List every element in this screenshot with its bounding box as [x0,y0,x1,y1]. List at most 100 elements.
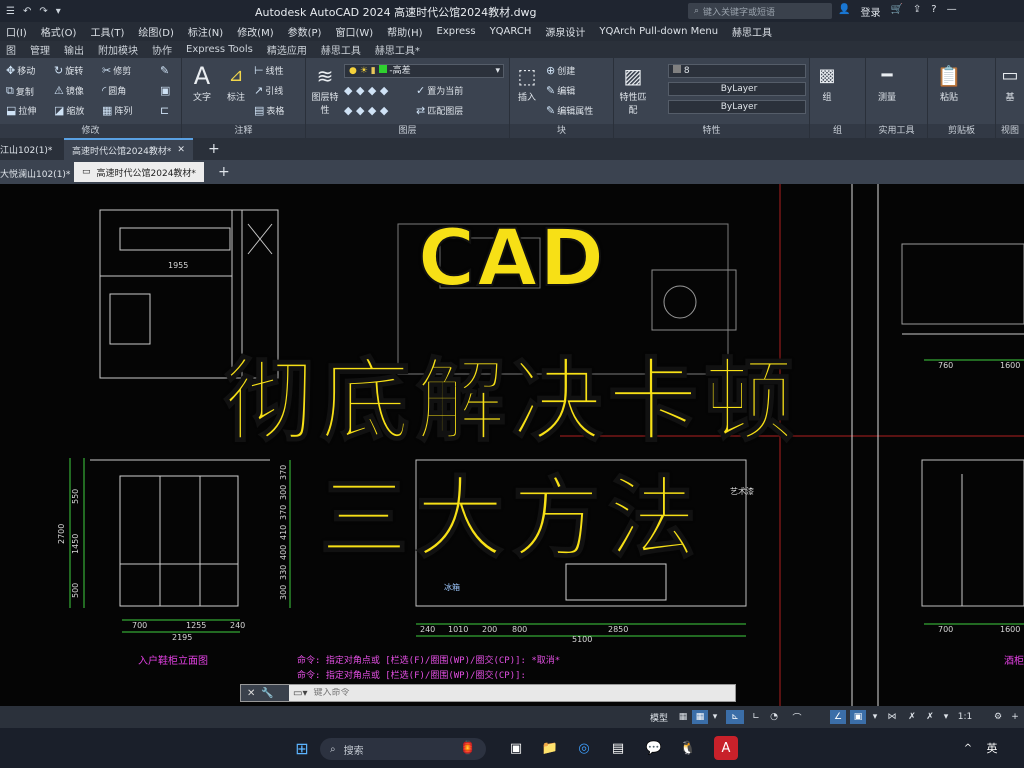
menu-item[interactable]: 窗口(W) [335,24,373,39]
menu-item[interactable]: 修改(M) [237,24,273,39]
menu-item[interactable]: Express [437,26,476,37]
file-tab[interactable]: 江山102(1)* [0,143,52,156]
tray-chevron-icon[interactable]: ^ [956,736,980,760]
panel-title[interactable]: 视图 [996,124,1024,138]
plus-icon[interactable]: + [1008,710,1022,724]
infer-constraints-icon[interactable]: ⊾ [726,710,744,724]
redo-icon[interactable]: ↷ [39,6,47,17]
panel-title[interactable]: 剪贴板 [928,124,995,138]
set-current-button[interactable]: ✓ 置为当前 [416,84,463,97]
task-view-icon[interactable]: ▣ [504,736,528,760]
array-button[interactable]: ▦ 阵列 [102,104,132,117]
model-space-button[interactable]: 模型 [644,710,674,724]
move-button[interactable]: ✥ 移动 [6,64,35,77]
windows-start-icon[interactable]: ⊞ [290,736,314,760]
wrench-icon[interactable]: 🔧 [261,688,273,699]
undo-icon[interactable]: ↶ [23,6,31,17]
minimize-icon[interactable]: — [947,4,957,19]
layer-tool-row-1[interactable]: ◆ ◆ ◆ ◆ [344,84,388,97]
rotate-button[interactable]: ↻ 旋转 [54,64,83,77]
menu-item[interactable]: 赫思工具 [732,24,772,39]
dropdown-icon[interactable]: ▾ [56,6,61,17]
close-icon[interactable]: ✕ [177,145,185,155]
ribbon-tab[interactable]: 赫思工具 [321,42,361,57]
mirror-button[interactable]: ⚠ 镜像 [54,84,84,97]
layer-tool-row-2[interactable]: ◆ ◆ ◆ ◆ [344,104,388,117]
panel-title[interactable]: 注释 [182,124,305,138]
text-button[interactable]: A 文字 [186,62,218,103]
panel-title[interactable]: 块 [510,124,613,138]
ribbon-tab[interactable]: 精选应用 [267,42,307,57]
close-icon[interactable]: ✕ [247,688,255,699]
match-layer-button[interactable]: ⇄ 匹配图层 [416,104,463,117]
dimension-button[interactable]: ⊿ 标注 [220,62,252,103]
ribbon-tab[interactable]: 赫思工具* [375,42,420,57]
ribbon-tab[interactable]: 图 [6,42,16,57]
ribbon-tab[interactable]: 输出 [64,42,84,57]
panel-title[interactable]: 图层 [306,124,509,138]
user-icon[interactable]: 👤 [838,4,850,19]
file-tab[interactable]: 大悦澜山102(1)* [0,167,70,180]
menu-item[interactable]: 工具(T) [90,24,124,39]
ribbon-tab[interactable]: 附加模块 [98,42,138,57]
menu-item[interactable]: 绘图(D) [138,24,174,39]
linetype-dropdown[interactable]: ByLayer [668,82,806,96]
chevron-down-icon[interactable]: ▾ [870,710,880,724]
ortho-icon[interactable]: ∟ [748,710,764,724]
color-dropdown[interactable]: 8 [668,64,806,78]
menu-icon[interactable]: ☰ [6,6,15,17]
menu-item[interactable]: 参数(P) [288,24,322,39]
widget-icon[interactable]: 🏮 [456,736,480,760]
menu-item[interactable]: 源泉设计 [545,24,585,39]
command-prompt-icon[interactable]: ▭▾ [289,688,307,699]
linear-dim-button[interactable]: ⊢ 线性 [254,64,284,77]
annotation-scale-icon[interactable]: ⋈ [884,710,900,724]
panel-title[interactable]: 特性 [614,124,809,138]
isodraft-icon[interactable]: ⌒ [790,710,804,724]
share-icon[interactable]: ⇪ [913,4,921,19]
command-input[interactable] [307,688,735,698]
gear-icon[interactable]: ⚙ [990,710,1006,724]
menu-item[interactable]: 口(I) [6,24,27,39]
scale-button[interactable]: ◪ 缩放 [54,104,84,117]
base-view-button[interactable]: ▭ 基 [998,62,1022,103]
new-tab-button[interactable]: + [218,164,230,180]
login-link[interactable]: 登录 [860,4,880,19]
grid-icon[interactable]: ▦ [676,710,690,724]
leader-button[interactable]: ↗ 引线 [254,84,283,97]
insert-button[interactable]: ⬚ 插入 [512,62,542,103]
menu-item[interactable]: 帮助(H) [387,24,422,39]
polar-icon[interactable]: ◔ [766,710,782,724]
measure-button[interactable]: ━ 测量 [870,62,904,103]
new-tab-button[interactable]: + [208,141,220,157]
chevron-down-icon[interactable]: ▾ [940,710,952,724]
layer-properties-button[interactable]: ≋ 图层特性 [308,62,342,116]
menu-item[interactable]: 标注(N) [188,24,223,39]
cart-icon[interactable]: 🛒 [890,4,902,19]
autocad-icon[interactable]: A [714,736,738,760]
auto-scale-icon[interactable]: ✗ [922,710,938,724]
annotation-visibility-icon[interactable]: ✗ [904,710,920,724]
file-tab-active[interactable]: 高速时代公馆2024教材* ✕ [64,138,193,160]
ribbon-tab[interactable]: 管理 [30,42,50,57]
edge-icon[interactable]: ◎ [572,736,596,760]
qq-icon[interactable]: 🐧 [676,736,700,760]
trim-button[interactable]: ✂ 修剪 [102,64,131,77]
store-icon[interactable]: ▤ [606,736,630,760]
stretch-button[interactable]: ⬓ 拉伸 [6,104,36,117]
scale-button[interactable]: 1:1 [954,710,976,724]
panel-title[interactable]: 组 [810,124,865,138]
panel-title[interactable]: 实用工具 [866,124,927,138]
file-explorer-icon[interactable]: 📁 [538,736,562,760]
help-icon[interactable]: ? [931,4,936,19]
object-snap-tracking-icon[interactable]: ∠ [830,710,846,724]
layer-dropdown[interactable]: ● ☀ ▮ -高差 ▾ [344,64,504,78]
paste-button[interactable]: 📋 粘贴 [932,62,966,103]
object-snap-icon[interactable]: ▣ [850,710,866,724]
wechat-icon[interactable]: 💬 [642,736,666,760]
lineweight-dropdown[interactable]: ByLayer [668,100,806,114]
erase-button[interactable]: ✎ [160,64,169,77]
ribbon-tab[interactable]: 协作 [152,42,172,57]
chevron-down-icon[interactable]: ▾ [710,710,720,724]
panel-title[interactable]: 修改 [0,124,181,138]
